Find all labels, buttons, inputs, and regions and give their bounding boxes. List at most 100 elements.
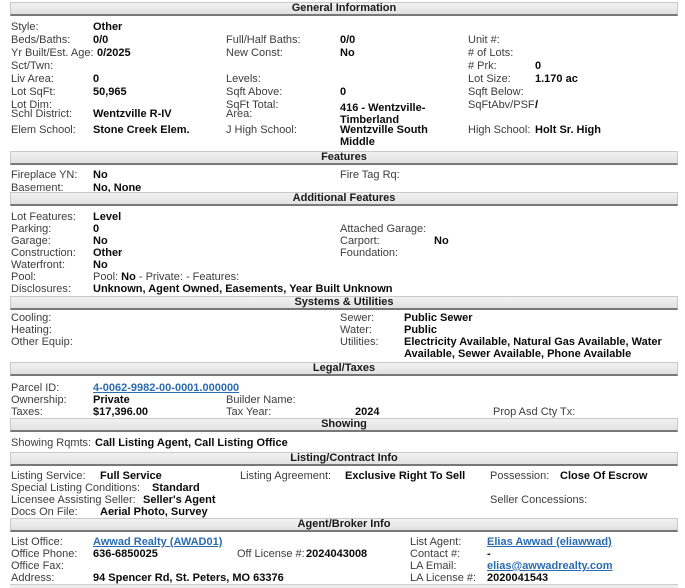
section-header-showing: Showing bbox=[10, 418, 678, 432]
sqft-above-label: Sqft Above: bbox=[226, 86, 282, 98]
cooling-label: Cooling: bbox=[11, 312, 51, 324]
list-office-link[interactable]: Awwad Realty (AWAD01) bbox=[93, 536, 222, 548]
carport-label: Carport: bbox=[340, 235, 380, 247]
taxes-label: Taxes: bbox=[11, 406, 43, 418]
disclosures-label: Disclosures: bbox=[11, 283, 71, 295]
office-fax-label: Office Fax: bbox=[11, 560, 64, 572]
docs-on-file-label: Docs On File: bbox=[11, 506, 78, 518]
yr-built-label: Yr Built/Est. Age: bbox=[11, 47, 94, 59]
listing-agreement-label: Listing Agreement: bbox=[240, 470, 331, 482]
new-const-value: No bbox=[340, 47, 355, 59]
ownership-value: Private bbox=[93, 394, 130, 406]
section-header-features: Features bbox=[10, 151, 678, 165]
tax-year-label: Tax Year: bbox=[226, 406, 271, 418]
lot-sqft-label: Lot SqFt: bbox=[11, 86, 56, 98]
carport-value: No bbox=[434, 235, 449, 247]
seller-concessions-label: Seller Concessions: bbox=[490, 494, 587, 506]
area-label: Area: bbox=[226, 108, 252, 120]
num-prk-value: 0 bbox=[535, 60, 541, 72]
construction-value: Other bbox=[93, 247, 122, 259]
showing-rqmts-value: Call Listing Agent, Call Listing Office bbox=[95, 437, 288, 449]
elem-school-label: Elem School: bbox=[11, 124, 76, 136]
section-header-general-information: General Information bbox=[10, 2, 678, 16]
address-label: Address: bbox=[11, 572, 54, 584]
sqft-above-value: 0 bbox=[340, 86, 346, 98]
lot-features-value: Level bbox=[93, 211, 121, 223]
construction-label: Construction: bbox=[11, 247, 76, 259]
beds-baths-label: Beds/Baths: bbox=[11, 34, 70, 46]
sqftabv-psf-label: SqFtAbv/PSF: bbox=[468, 99, 538, 111]
sewer-value: Public Sewer bbox=[404, 312, 472, 324]
yr-built-value: 0/2025 bbox=[97, 47, 131, 59]
section-header-systems-utilities: Systems & Utilities bbox=[10, 296, 678, 310]
liv-area-label: Liv Area: bbox=[11, 73, 54, 85]
special-listing-conditions-label: Special Listing Conditions: bbox=[11, 482, 140, 494]
disclosures-value: Unknown, Agent Owned, Easements, Year Bu… bbox=[93, 283, 393, 295]
levels-label: Levels: bbox=[226, 73, 261, 85]
pool-label: Pool: bbox=[11, 271, 36, 283]
off-license-label: Off License #: bbox=[237, 548, 305, 560]
heating-label: Heating: bbox=[11, 324, 52, 336]
next-section-bar-partial bbox=[10, 584, 678, 588]
parcel-id-link[interactable]: 4-0062-9982-00-0001.000000 bbox=[93, 382, 239, 394]
possession-value: Close Of Escrow bbox=[560, 470, 647, 482]
prop-asd-cty-tx-label: Prop Asd Cty Tx: bbox=[493, 406, 575, 418]
pool-value-prefix: Pool: bbox=[93, 271, 118, 283]
taxes-value: $17,396.00 bbox=[93, 406, 148, 418]
lot-sqft-value: 50,965 bbox=[93, 86, 127, 98]
tax-year-value: 2024 bbox=[355, 406, 379, 418]
special-listing-conditions-value: Standard bbox=[152, 482, 200, 494]
beds-baths-value: 0/0 bbox=[93, 34, 108, 46]
high-school-label: High School: bbox=[468, 124, 530, 136]
office-phone-label: Office Phone: bbox=[11, 548, 77, 560]
pool-value: Pool: No - Private: - Features: bbox=[93, 271, 239, 283]
la-email-link[interactable]: elias@awwadrealty.com bbox=[487, 560, 612, 572]
fire-tag-rq-label: Fire Tag Rq: bbox=[340, 169, 400, 181]
num-of-lots-label: # of Lots: bbox=[468, 47, 513, 59]
fireplace-yn-value: No bbox=[93, 169, 108, 181]
liv-area-value: 0 bbox=[93, 73, 99, 85]
other-equip-label: Other Equip: bbox=[11, 336, 73, 348]
sqft-below-label: Sqft Below: bbox=[468, 86, 524, 98]
garage-label: Garage: bbox=[11, 235, 51, 247]
listing-service-value: Full Service bbox=[100, 470, 162, 482]
contact-number-label: Contact #: bbox=[410, 548, 460, 560]
full-half-baths-label: Full/Half Baths: bbox=[226, 34, 301, 46]
utilities-value: Electricity Available, Natural Gas Avail… bbox=[404, 336, 680, 360]
lot-size-label: Lot Size: bbox=[468, 73, 511, 85]
high-school-value: Holt Sr. High bbox=[535, 124, 601, 136]
sqftabv-psf-value: / bbox=[535, 99, 538, 111]
list-office-label: List Office: bbox=[11, 536, 63, 548]
contact-number-value: - bbox=[487, 548, 491, 560]
sewer-label: Sewer: bbox=[340, 312, 374, 324]
licensee-assisting-seller-label: Licensee Assisting Seller: bbox=[11, 494, 136, 506]
address-value: 94 Spencer Rd, St. Peters, MO 63376 bbox=[93, 572, 284, 584]
attached-garage-label: Attached Garage: bbox=[340, 223, 426, 235]
foundation-label: Foundation: bbox=[340, 247, 398, 259]
schl-district-value: Wentzville R-IV bbox=[93, 108, 172, 120]
la-email-label: LA Email: bbox=[410, 560, 456, 572]
style-label: Style: bbox=[11, 21, 39, 33]
lot-features-label: Lot Features: bbox=[11, 211, 76, 223]
area-value: 416 - Wentzville-Timberland bbox=[340, 102, 448, 126]
showing-rqmts-label: Showing Rqmts: bbox=[11, 437, 91, 449]
pool-value-flag: No bbox=[121, 271, 136, 283]
pool-value-suffix: - Private: - Features: bbox=[139, 271, 239, 283]
parking-label: Parking: bbox=[11, 223, 51, 235]
new-const-label: New Const: bbox=[226, 47, 283, 59]
list-agent-link[interactable]: Elias Awwad (eliawwad) bbox=[487, 536, 612, 548]
sct-twn-label: Sct/Twn: bbox=[11, 60, 53, 72]
num-prk-label: # Prk: bbox=[468, 60, 497, 72]
fireplace-yn-label: Fireplace YN: bbox=[11, 169, 77, 181]
licensee-assisting-seller-value: Seller's Agent bbox=[143, 494, 216, 506]
section-header-listing-contract-info: Listing/Contract Info bbox=[10, 452, 678, 466]
j-high-school-label: J High School: bbox=[226, 124, 297, 136]
parking-value: 0 bbox=[93, 223, 99, 235]
lot-size-value: 1.170 ac bbox=[535, 73, 578, 85]
section-header-agent-broker-info: Agent/Broker Info bbox=[10, 518, 678, 532]
possession-label: Possession: bbox=[490, 470, 549, 482]
unit-number-label: Unit #: bbox=[468, 34, 500, 46]
water-value: Public bbox=[404, 324, 437, 336]
builder-name-label: Builder Name: bbox=[226, 394, 296, 406]
waterfront-value: No bbox=[93, 259, 108, 271]
